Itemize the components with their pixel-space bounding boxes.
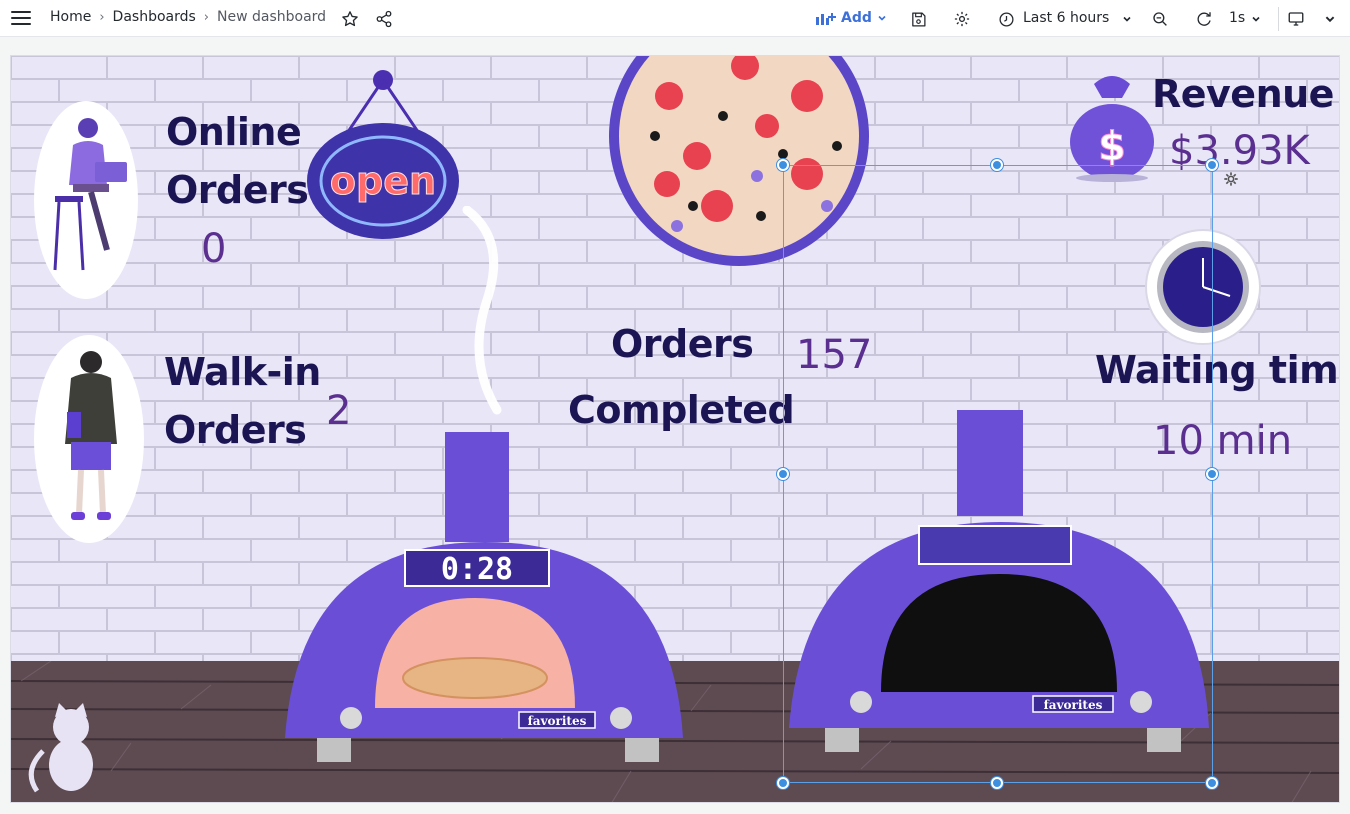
steam-decoration	[462, 206, 502, 415]
revenue-label: Revenue	[1152, 72, 1334, 116]
chevron-down-icon[interactable]	[1320, 9, 1340, 29]
orders-completed-label-line1: Orders	[611, 322, 754, 366]
star-icon[interactable]	[340, 9, 360, 29]
breadcrumb-separator: ›	[99, 9, 105, 25]
add-panel-icon	[816, 13, 836, 25]
svg-text:$: $	[1098, 124, 1126, 170]
refresh-icon[interactable]	[1194, 9, 1214, 29]
oven-timer-display: 0:28	[441, 552, 513, 587]
breadcrumb-current: New dashboard	[217, 9, 327, 25]
breadcrumb-home[interactable]: Home	[50, 9, 91, 25]
oven1-brand-label: favorites	[528, 714, 587, 728]
add-button[interactable]: Add	[816, 8, 887, 28]
resize-handle-top[interactable]	[991, 159, 1003, 171]
resize-handle-bottom-left[interactable]	[777, 777, 789, 789]
walkin-orders-label-line1: Walk-in	[164, 350, 321, 394]
element-selection-box[interactable]	[783, 165, 1213, 783]
online-orders-label-line2: Orders	[166, 168, 309, 212]
time-range-picker[interactable]: Last 6 hours	[1023, 10, 1109, 26]
top-navbar: Home › Dashboards › New dashboard Add La…	[0, 0, 1350, 37]
online-orders-value: 0	[201, 226, 227, 272]
resize-handle-bottom[interactable]	[991, 777, 1003, 789]
breadcrumb: Home › Dashboards › New dashboard	[50, 9, 326, 25]
breadcrumb-separator: ›	[203, 9, 209, 25]
share-icon[interactable]	[374, 9, 394, 29]
chevron-down-icon[interactable]	[1246, 9, 1266, 29]
open-sign-text: open	[330, 159, 436, 203]
resize-handle-bottom-right[interactable]	[1206, 777, 1218, 789]
zoom-out-icon[interactable]	[1150, 9, 1170, 29]
walkin-customer-illustration	[34, 335, 144, 543]
settings-gear-icon[interactable]	[952, 9, 972, 29]
canvas-bottom-indicator	[962, 802, 1034, 803]
refresh-interval-picker[interactable]: 1s	[1229, 10, 1245, 26]
cat-illustration	[28, 703, 93, 793]
add-button-label: Add	[841, 10, 872, 26]
online-customer-illustration	[34, 101, 138, 299]
open-neon-sign: open	[307, 70, 459, 239]
pizza-oven-active: 0:28 favorites	[285, 432, 683, 762]
orders-completed-label-line2: Completed	[568, 388, 795, 432]
canvas-panel[interactable]: open $ 0:28 favorites favorites Online O…	[10, 55, 1340, 803]
resize-handle-top-right[interactable]	[1206, 159, 1218, 171]
online-orders-label-line1: Online	[166, 110, 302, 154]
chevron-down-icon[interactable]	[1117, 9, 1137, 29]
resize-handle-left[interactable]	[777, 468, 789, 480]
walkin-orders-label-line2: Orders	[164, 408, 307, 452]
rotate-gear-icon[interactable]	[1223, 171, 1239, 187]
clock-icon[interactable]	[996, 9, 1016, 29]
breadcrumb-dashboards[interactable]: Dashboards	[113, 9, 196, 25]
save-icon[interactable]	[908, 9, 928, 29]
resize-handle-top-left[interactable]	[777, 159, 789, 171]
toolbar-divider	[1278, 7, 1279, 31]
resize-handle-right[interactable]	[1206, 468, 1218, 480]
tv-mode-icon[interactable]	[1286, 9, 1306, 29]
menu-icon[interactable]	[11, 11, 31, 26]
chevron-down-icon	[878, 15, 886, 21]
walkin-orders-value: 2	[326, 388, 352, 434]
